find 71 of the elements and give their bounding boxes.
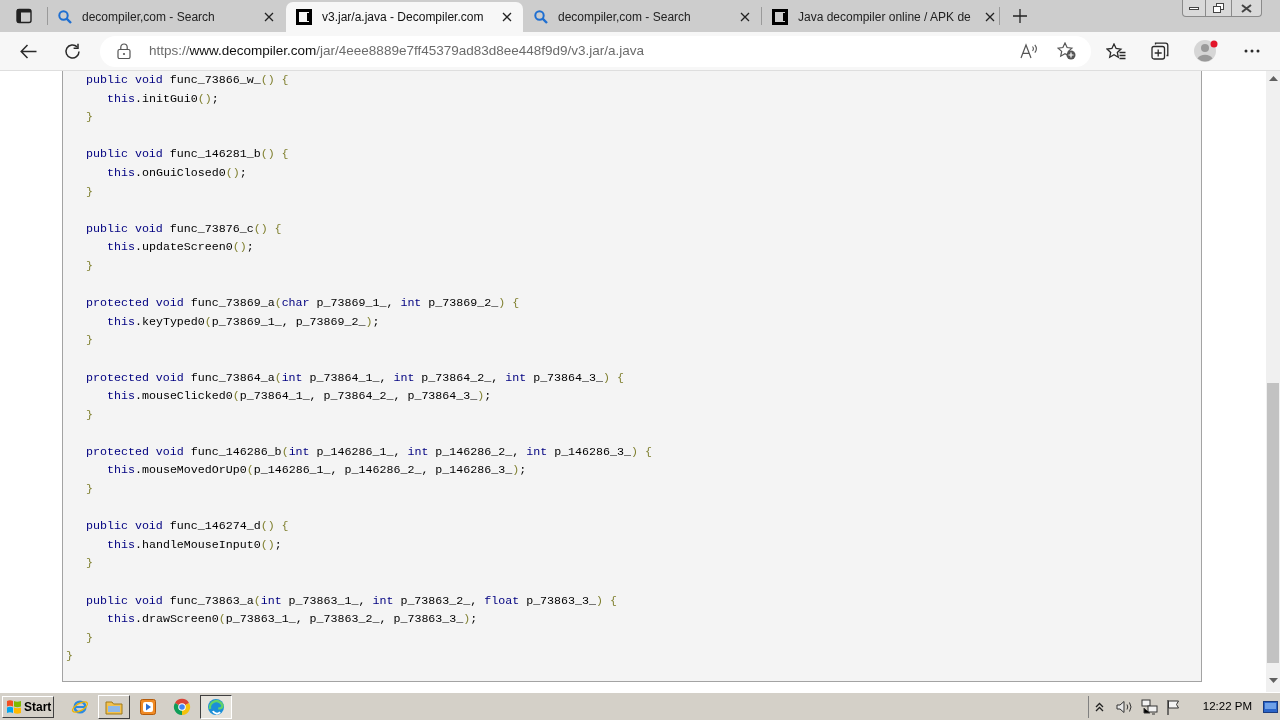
- browser-tab[interactable]: Java decompiler online / APK de: [762, 2, 999, 32]
- scroll-down-arrow-icon[interactable]: [1268, 678, 1278, 683]
- close-icon: [264, 12, 274, 22]
- code-line: public void func_73863_a(int p_73863_1_, int p_73863_2_, float p_73863_3_) {: [86, 592, 617, 609]
- start-button[interactable]: Start: [2, 695, 54, 718]
- star-list-icon: [1106, 42, 1126, 60]
- code-line: this.keyTyped0(p_73869_1_, p_73869_2_);: [107, 313, 380, 330]
- clock[interactable]: 12:22 PM: [1202, 697, 1252, 716]
- browser-tab[interactable]: v3.jar/a.java - Decompiler.com: [286, 2, 523, 32]
- back-arrow-icon: [19, 43, 37, 59]
- code-line: }: [86, 481, 93, 498]
- code-line: this.drawScreen0(p_73863_1_, p_73863_2_, p_73863_3_);: [107, 611, 478, 628]
- monitor-icon[interactable]: [1263, 700, 1278, 713]
- search-icon: [534, 10, 548, 24]
- avatar-icon: [1193, 39, 1219, 63]
- refresh-icon: [63, 42, 81, 60]
- address-bar[interactable]: https://www.decompiler.com/jar/4eee8889e7ff45379ad83d8ee448f9d9/v3.jar/a.java: [100, 35, 1091, 67]
- browser-tab[interactable]: decompiler,com - Search: [524, 2, 761, 32]
- code-line: public void func_73876_c() {: [86, 220, 282, 237]
- flag-icon: [6, 699, 22, 714]
- browser-tab[interactable]: decompiler,com - Search: [48, 2, 285, 32]
- code-line: protected void func_146286_b(int p_146286_1_, int p_146286_2_, int p_146286_3_) {: [86, 443, 652, 460]
- taskbar-button[interactable]: [200, 694, 232, 719]
- code-line: }: [86, 406, 93, 423]
- speaker-icon[interactable]: [1115, 699, 1134, 714]
- play-icon[interactable]: [139, 697, 157, 716]
- code-line: this.handleMouseInput0();: [107, 536, 282, 553]
- code-line: }: [86, 332, 93, 349]
- collections-icon: [1151, 42, 1169, 60]
- star-plus-icon: [1056, 42, 1076, 60]
- more-icon: [1244, 49, 1260, 53]
- code-line: public void func_146281_b() {: [86, 146, 289, 163]
- chevron-up-icon[interactable]: [1094, 701, 1104, 712]
- code-line: this.onGuiClosed0();: [107, 164, 247, 181]
- close-icon: [984, 12, 995, 22]
- search-icon: [58, 10, 72, 24]
- circle-logo-icon[interactable]: [173, 697, 191, 716]
- code-line: public void func_73866_w_() {: [86, 72, 289, 88]
- minimize-button[interactable]: [1182, 0, 1206, 17]
- scrollbar[interactable]: [1266, 71, 1280, 692]
- code-line: }: [66, 648, 73, 665]
- code-line: }: [86, 257, 93, 274]
- code-line: this.initGui0();: [107, 90, 219, 107]
- read-aloud-icon: [1020, 43, 1038, 59]
- tab-actions-icon[interactable]: [15, 8, 32, 24]
- code-line: protected void func_73869_a(char p_73869_1_, int p_73869_2_) {: [86, 295, 520, 312]
- square-logo-icon: [772, 9, 788, 25]
- code-line: }: [86, 629, 93, 646]
- code-line: protected void func_73864_a(int p_73864_1_, int p_73864_2_, int p_73864_3_) {: [86, 369, 624, 386]
- close-icon: [1241, 3, 1252, 13]
- network-icon[interactable]: [1140, 698, 1159, 715]
- swirl-logo-icon: [207, 697, 225, 716]
- square-logo-icon: [296, 9, 312, 25]
- flag-icon[interactable]: [1165, 698, 1182, 715]
- code-line: this.mouseMovedOrUp0(p_146286_1_, p_146286_2_, p_146286_3_);: [107, 462, 527, 479]
- scrollbar-thumb[interactable]: [1267, 383, 1279, 663]
- code-line: this.updateScreen0();: [107, 239, 254, 256]
- close-window-button[interactable]: [1232, 0, 1262, 17]
- code-line: this.mouseClicked0(p_73864_1_, p_73864_2_, p_73864_3_);: [107, 388, 492, 405]
- close-icon: [502, 12, 512, 22]
- minimize-icon: [1189, 6, 1199, 10]
- code-line: }: [86, 109, 93, 126]
- code-line: public void func_146274_d() {: [86, 518, 289, 535]
- scroll-up-arrow-icon[interactable]: [1268, 76, 1278, 81]
- plus-icon: [1013, 9, 1027, 23]
- code-line: }: [86, 183, 93, 200]
- close-icon: [740, 12, 750, 22]
- lock-icon: [117, 43, 131, 59]
- code-line: }: [86, 555, 93, 572]
- restore-button[interactable]: [1206, 0, 1232, 17]
- restore-icon: [1213, 3, 1224, 13]
